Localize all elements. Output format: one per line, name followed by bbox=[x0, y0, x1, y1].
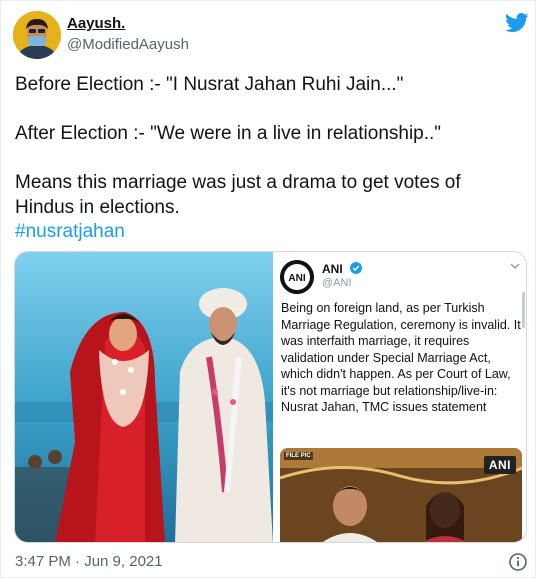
ani-account-name: ANI bbox=[322, 262, 343, 276]
tweet-line-before: Before Election :- "I Nusrat Jahan Ruhi … bbox=[15, 74, 404, 95]
wedding-photo[interactable] bbox=[15, 252, 273, 542]
tweet-card: Aayush. @ModifiedAayush Before Election … bbox=[0, 0, 536, 578]
ani-tweet-screenshot[interactable]: ANI ANI @ANI Being on foreign land, as p… bbox=[274, 252, 526, 542]
info-icon[interactable] bbox=[508, 552, 528, 572]
tweet-media[interactable]: ANI ANI @ANI Being on foreign land, as p… bbox=[14, 251, 527, 543]
screenshot-scrollbar bbox=[522, 292, 525, 328]
ani-logo-icon: ANI bbox=[280, 260, 314, 294]
ani-video-thumbnail: FILE PIC ANI bbox=[280, 448, 522, 542]
file-pic-tag: FILE PIC bbox=[284, 452, 313, 460]
wedding-photo-image bbox=[15, 252, 273, 542]
chevron-down-icon bbox=[510, 263, 520, 269]
tweet-timestamp[interactable]: 3:47 PM · Jun 9, 2021 bbox=[15, 553, 163, 570]
tweet-line-after: After Election :- "We were in a live in … bbox=[15, 123, 442, 144]
tweet-line-means: Means this marriage was just a drama to … bbox=[15, 172, 461, 218]
ani-watermark-badge: ANI bbox=[483, 456, 516, 474]
tweet-body: Before Election :- "I Nusrat Jahan Ruhi … bbox=[15, 73, 520, 245]
hashtag-link[interactable]: #nusratjahan bbox=[15, 221, 125, 242]
ani-logo-text: ANI bbox=[288, 273, 305, 284]
ani-statement-text: Being on foreign land, as per Turkish Ma… bbox=[281, 301, 521, 414]
ani-account-handle: @ANI bbox=[322, 277, 352, 289]
user-handle[interactable]: @ModifiedAayush bbox=[67, 36, 189, 53]
twitter-bird-icon[interactable] bbox=[505, 13, 529, 33]
verified-badge-icon bbox=[350, 262, 362, 274]
user-avatar[interactable] bbox=[13, 11, 61, 59]
avatar-photo-icon bbox=[13, 11, 61, 59]
user-display-name[interactable]: Aayush. bbox=[67, 15, 125, 32]
